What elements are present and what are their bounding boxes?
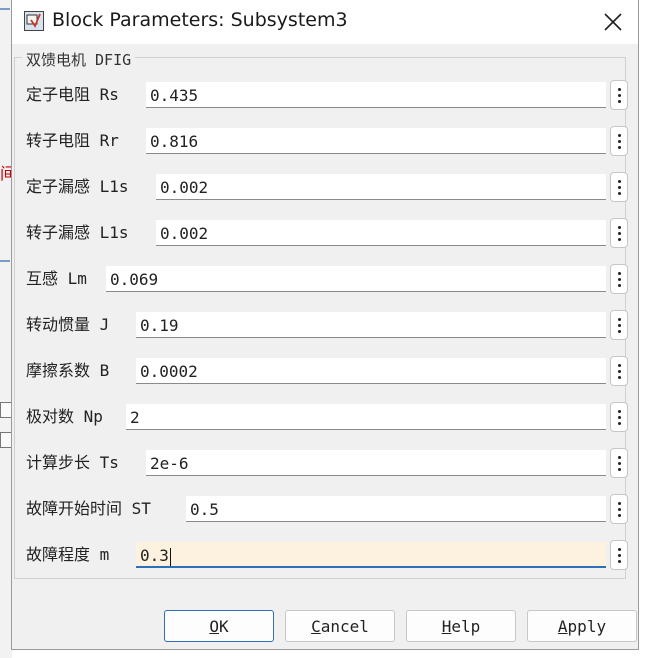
more-options-button[interactable] <box>610 448 628 478</box>
param-row-rr: 转子电阻 Rr 0.816 <box>12 126 640 156</box>
block-parameters-dialog: Block Parameters: Subsystem3 双馈电机 DFIG 定… <box>11 0 639 650</box>
more-options-button[interactable] <box>610 310 628 340</box>
param-row-np: 极对数 Np 2 <box>12 402 640 432</box>
close-icon <box>604 13 622 31</box>
param-row-j: 转动惯量 J 0.19 <box>12 310 640 340</box>
more-options-button[interactable] <box>610 172 628 202</box>
simulink-block-icon <box>24 11 44 31</box>
param-input-b[interactable]: 0.0002 <box>136 358 606 384</box>
apply-button[interactable]: Apply <box>527 610 637 642</box>
param-label: 转子漏感 L1s <box>26 223 129 242</box>
more-options-button[interactable] <box>610 80 628 110</box>
more-options-button[interactable] <box>610 126 628 156</box>
cancel-label: ancel <box>320 616 369 636</box>
apply-mnemonic: A <box>557 616 568 636</box>
group-legend: 双馈电机 DFIG <box>22 49 136 70</box>
help-mnemonic: H <box>441 616 452 636</box>
param-label: 定子电阻 Rs <box>26 85 119 104</box>
param-input-np[interactable]: 2 <box>126 404 606 430</box>
param-row-ts: 计算步长 Ts 2e-6 <box>12 448 640 478</box>
param-row-m: 故障程度 m 0.3 <box>12 540 640 570</box>
param-value: 0.3 <box>140 546 169 565</box>
param-input-j[interactable]: 0.19 <box>136 312 606 338</box>
param-row-lm: 互感 Lm 0.069 <box>12 264 640 294</box>
ok-label: K <box>219 616 229 636</box>
ok-button[interactable]: OK <box>164 610 274 642</box>
more-options-button[interactable] <box>610 356 628 386</box>
param-label: 转动惯量 J <box>26 315 110 334</box>
title-bar: Block Parameters: Subsystem3 <box>12 0 638 44</box>
param-label: 极对数 Np <box>26 407 103 426</box>
more-options-button[interactable] <box>610 264 628 294</box>
param-row-st: 故障开始时间 ST 0.5 <box>12 494 640 524</box>
more-options-button[interactable] <box>610 218 628 248</box>
param-input-l1s-rotor[interactable]: 0.002 <box>156 220 606 246</box>
background-line <box>0 260 10 262</box>
param-label: 摩擦系数 B <box>26 361 110 380</box>
cancel-button[interactable]: Cancel <box>285 610 395 642</box>
param-row-rs: 定子电阻 Rs 0.435 <box>12 80 640 110</box>
param-input-rr[interactable]: 0.816 <box>146 128 606 154</box>
param-input-m[interactable]: 0.3 <box>136 542 606 568</box>
param-input-lm[interactable]: 0.069 <box>106 266 606 292</box>
apply-label: pply <box>567 616 607 636</box>
param-input-ts[interactable]: 2e-6 <box>146 450 606 476</box>
param-input-rs[interactable]: 0.435 <box>146 82 606 108</box>
param-label: 故障程度 m <box>26 545 110 564</box>
window-title: Block Parameters: Subsystem3 <box>52 9 348 31</box>
param-row-l1s-stator: 定子漏感 L1s 0.002 <box>12 172 640 202</box>
cancel-mnemonic: C <box>311 616 321 636</box>
more-options-button[interactable] <box>610 540 628 570</box>
param-label: 转子电阻 Rr <box>26 131 119 150</box>
help-button[interactable]: Help <box>406 610 516 642</box>
param-input-st[interactable]: 0.5 <box>186 496 606 522</box>
help-label: elp <box>451 616 481 636</box>
param-row-b: 摩擦系数 B 0.0002 <box>12 356 640 386</box>
background-line <box>0 8 10 10</box>
param-label: 计算步长 Ts <box>26 453 119 472</box>
param-row-l1s-rotor: 转子漏感 L1s 0.002 <box>12 218 640 248</box>
ok-mnemonic: O <box>209 616 219 636</box>
param-label: 互感 Lm <box>26 269 87 288</box>
close-button[interactable] <box>596 6 630 38</box>
param-label: 定子漏感 L1s <box>26 177 129 196</box>
text-cursor <box>169 547 171 566</box>
more-options-button[interactable] <box>610 494 628 524</box>
param-input-l1s-stator[interactable]: 0.002 <box>156 174 606 200</box>
more-options-button[interactable] <box>610 402 628 432</box>
param-label: 故障开始时间 ST <box>26 499 151 518</box>
